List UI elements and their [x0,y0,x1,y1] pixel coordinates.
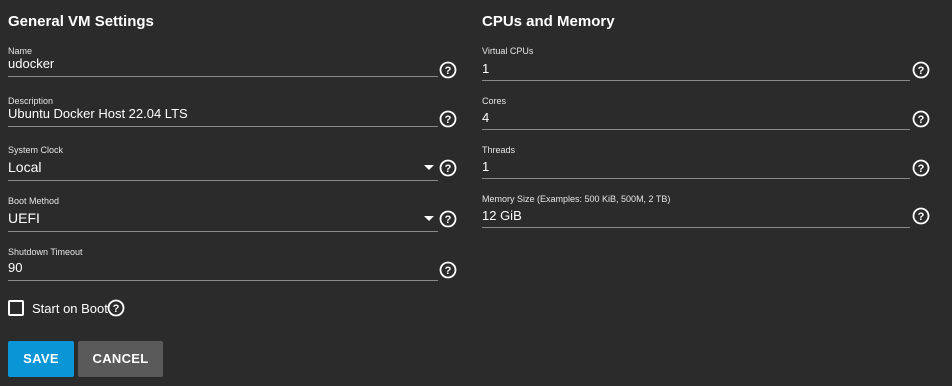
name-label: Name [8,46,33,56]
virtual-cpus-label: Virtual CPUs [482,46,534,56]
threads-label: Threads [482,145,516,155]
cores-field[interactable]: Cores 4 [482,96,910,130]
boot-method-value[interactable]: UEFI [8,210,40,226]
svg-text:?: ? [918,163,925,175]
help-icon[interactable]: ? [912,159,930,177]
memory-size-field[interactable]: Memory Size (Examples: 500 KiB, 500M, 2 … [482,194,910,228]
system-clock-value[interactable]: Local [8,159,41,175]
help-icon[interactable]: ? [912,207,930,225]
description-input[interactable]: Ubuntu Docker Host 22.04 LTS [8,106,188,121]
help-icon[interactable]: ? [439,261,457,279]
svg-text:?: ? [445,265,452,277]
start-on-boot-checkbox[interactable] [8,300,24,316]
threads-input[interactable]: 1 [482,159,489,174]
memory-size-label: Memory Size (Examples: 500 KiB, 500M, 2 … [482,194,671,204]
threads-field[interactable]: Threads 1 [482,145,910,179]
help-icon[interactable]: ? [912,61,930,79]
description-field[interactable]: Description Ubuntu Docker Host 22.04 LTS [8,96,438,130]
help-icon[interactable]: ? [912,110,930,128]
help-icon[interactable]: ? [107,299,125,317]
name-input[interactable]: udocker [8,56,54,71]
virtual-cpus-input[interactable]: 1 [482,61,489,76]
threads-underline [482,178,910,179]
shutdown-timeout-underline [8,280,438,281]
cpus-memory-title: CPUs and Memory [482,13,615,30]
boot-method-underline [8,231,438,232]
cancel-button[interactable]: CANCEL [78,341,163,377]
virtual-cpus-underline [482,80,910,81]
help-icon[interactable]: ? [439,159,457,177]
start-on-boot-label: Start on Boot [32,301,108,316]
system-clock-underline [8,180,438,181]
boot-method-select[interactable]: Boot Method UEFI [8,196,438,232]
boot-method-label: Boot Method [8,196,60,206]
description-label: Description [8,96,54,106]
svg-text:?: ? [445,163,452,175]
svg-text:?: ? [113,303,120,315]
description-underline [8,126,438,127]
system-clock-label: System Clock [8,145,64,155]
shutdown-timeout-field[interactable]: Shutdown Timeout 90 [8,247,438,281]
save-button[interactable]: SAVE [8,341,74,377]
name-underline [8,76,438,77]
svg-text:?: ? [918,65,925,77]
help-icon[interactable]: ? [439,110,457,128]
virtual-cpus-field[interactable]: Virtual CPUs 1 [482,46,910,81]
memory-size-underline [482,227,910,228]
general-settings-title: General VM Settings [8,13,154,30]
svg-text:?: ? [445,65,452,77]
system-clock-select[interactable]: System Clock Local [8,145,438,181]
svg-text:?: ? [445,114,452,126]
shutdown-timeout-label: Shutdown Timeout [8,247,83,257]
caret-down-icon[interactable] [424,165,434,170]
svg-text:?: ? [445,214,452,226]
name-field[interactable]: Name udocker [8,46,438,80]
cores-label: Cores [482,96,507,106]
help-icon[interactable]: ? [439,61,457,79]
svg-text:?: ? [918,114,925,126]
shutdown-timeout-input[interactable]: 90 [8,260,22,275]
svg-text:?: ? [918,211,925,223]
help-icon[interactable]: ? [439,210,457,228]
cores-input[interactable]: 4 [482,110,489,125]
caret-down-icon[interactable] [424,216,434,221]
memory-size-input[interactable]: 12 GiB [482,208,522,223]
cores-underline [482,129,910,130]
